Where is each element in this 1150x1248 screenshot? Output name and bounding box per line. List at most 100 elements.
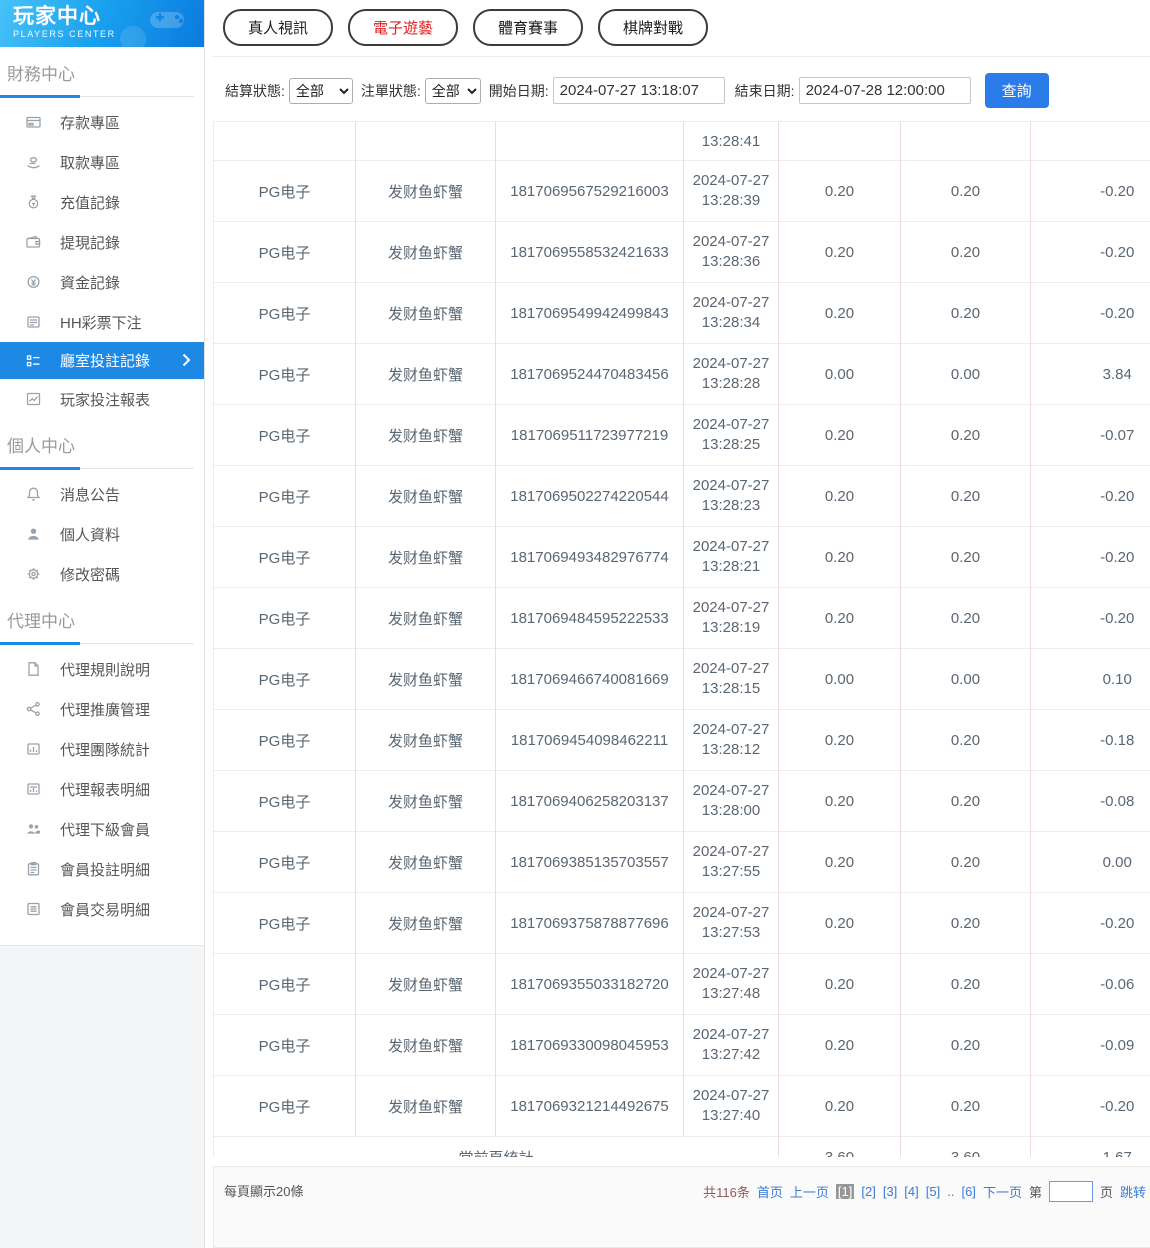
tab-electronic-games[interactable]: 電子遊藝 xyxy=(348,9,458,46)
table-row: PG电子发财鱼虾蟹18170694667400816692024-07-2713… xyxy=(214,649,1150,710)
cell-bet: 0.20 xyxy=(779,1076,901,1137)
page-link-last[interactable]: [6] xyxy=(961,1184,975,1199)
chevron-right-icon xyxy=(182,353,191,371)
cell-bet: 0.20 xyxy=(779,1015,901,1076)
cell-platform: PG电子 xyxy=(214,649,356,710)
cell-valid: 0.20 xyxy=(901,283,1031,344)
sidebar-item-password-gear[interactable]: 修改密碼 xyxy=(0,554,204,594)
cell-profit: 3.84 xyxy=(1031,344,1150,405)
cell-valid: 0.20 xyxy=(901,405,1031,466)
table-row: PG电子发财鱼虾蟹18170695585324216332024-07-2713… xyxy=(214,222,1150,283)
cell-time: 2024-07-2713:28:36 xyxy=(684,222,779,283)
sidebar-item-withdraw-hand[interactable]: 取款專區 xyxy=(0,142,204,182)
cell-bet: 0.20 xyxy=(779,588,901,649)
cell-bet: 0.20 xyxy=(779,222,901,283)
cell-game: 发财鱼虾蟹 xyxy=(356,1015,496,1076)
page-size-label: 每頁顯示20條 xyxy=(224,1181,303,1200)
sidebar-item-recharge-bag[interactable]: 充值記錄 xyxy=(0,182,204,222)
jump-page-input[interactable] xyxy=(1049,1181,1093,1202)
cell-game: 发财鱼虾蟹 xyxy=(356,771,496,832)
sidebar-item-rules-doc[interactable]: 代理規則說明 xyxy=(0,649,204,689)
cell-order-id: 1817069524470483456 xyxy=(496,344,684,405)
sidebar-item-promo-share[interactable]: 代理推廣管理 xyxy=(0,689,204,729)
prev-page-link[interactable]: 上一页 xyxy=(790,1182,829,1201)
page-link-current[interactable]: [1] xyxy=(836,1184,854,1199)
cell-game: 发财鱼虾蟹 xyxy=(356,1076,496,1137)
cell-time: 2024-07-2713:27:55 xyxy=(684,832,779,893)
page-link[interactable]: [2] xyxy=(861,1184,875,1199)
order-status-select[interactable]: 全部 xyxy=(425,78,481,104)
sidebar-item-deposit-card[interactable]: 存款專區 xyxy=(0,102,204,142)
cell-order-id xyxy=(496,122,684,161)
cell-valid: 0.20 xyxy=(901,771,1031,832)
password-gear-icon xyxy=(25,566,43,582)
member-bet-clipboard-icon xyxy=(25,861,43,877)
sidebar-item-label: 廳室投註記錄 xyxy=(60,350,150,371)
cell-platform: PG电子 xyxy=(214,893,356,954)
start-date-input[interactable] xyxy=(553,77,725,104)
table-row: PG电子发财鱼虾蟹18170695244704834562024-07-2713… xyxy=(214,344,1150,405)
cell-platform: PG电子 xyxy=(214,527,356,588)
table-row: PG电子发财鱼虾蟹18170693550331827202024-07-2713… xyxy=(214,954,1150,1015)
rules-doc-icon xyxy=(25,661,43,677)
sidebar-item-member-bet-clipboard[interactable]: 會員投註明細 xyxy=(0,849,204,889)
cell-valid: 0.20 xyxy=(901,832,1031,893)
query-button[interactable]: 查詢 xyxy=(985,73,1049,108)
tab-board-games[interactable]: 棋牌對戰 xyxy=(598,9,708,46)
sidebar-item-team-stats[interactable]: 代理團隊統計 xyxy=(0,729,204,769)
cell-bet: 0.20 xyxy=(779,161,901,222)
jump-label-post: 页 xyxy=(1100,1182,1113,1201)
next-page-link[interactable]: 下一页 xyxy=(983,1182,1022,1201)
cell-order-id: 1817069375878877696 xyxy=(496,893,684,954)
promo-share-icon xyxy=(25,701,43,717)
page-link[interactable]: [4] xyxy=(904,1184,918,1199)
cell-platform: PG电子 xyxy=(214,954,356,1015)
cell-profit: 0.00 xyxy=(1031,832,1150,893)
cell-bet: 0.00 xyxy=(779,649,901,710)
member-trade-doc-icon xyxy=(25,901,43,917)
cell-order-id: 1817069321214492675 xyxy=(496,1076,684,1137)
cell-time: 2024-07-2713:27:40 xyxy=(684,1076,779,1137)
cell-game: 发财鱼虾蟹 xyxy=(356,649,496,710)
sidebar-item-room-bet-list[interactable]: 廳室投註記錄 xyxy=(0,342,204,379)
table-row: PG电子发财鱼虾蟹18170694062582031372024-07-2713… xyxy=(214,771,1150,832)
sub-members-users-icon xyxy=(25,821,43,837)
tab-sports[interactable]: 體育賽事 xyxy=(473,9,583,46)
sidebar-item-member-trade-doc[interactable]: 會員交易明細 xyxy=(0,889,204,929)
table-row-partial: 13:28:41 xyxy=(214,122,1150,161)
settle-status-select[interactable]: 全部 xyxy=(289,78,353,104)
sidebar-item-lottery-doc[interactable]: HH彩票下注 xyxy=(0,302,204,342)
cell-time: 2024-07-2713:28:34 xyxy=(684,283,779,344)
first-page-link[interactable]: 首页 xyxy=(757,1182,783,1201)
sidebar-item-fund-coin[interactable]: 資金記錄 xyxy=(0,262,204,302)
tab-live-video[interactable]: 真人視訊 xyxy=(223,9,333,46)
cell-order-id: 1817069355033182720 xyxy=(496,954,684,1015)
cell-platform: PG电子 xyxy=(214,283,356,344)
cell-valid: 0.20 xyxy=(901,710,1031,771)
cell-game: 发财鱼虾蟹 xyxy=(356,222,496,283)
sidebar-item-label: 會員投註明細 xyxy=(60,859,150,880)
notice-bell-icon xyxy=(25,486,43,502)
sidebar-item-notice-bell[interactable]: 消息公告 xyxy=(0,474,204,514)
sidebar-item-withdraw-wallet[interactable]: 提現記錄 xyxy=(0,222,204,262)
cell-order-id: 1817069549942499843 xyxy=(496,283,684,344)
sidebar-item-label: 取款專區 xyxy=(60,152,120,173)
end-date-input[interactable] xyxy=(799,77,971,104)
sidebar-item-player-report-chart[interactable]: 玩家投注報表 xyxy=(0,379,204,419)
order-status-label: 注單狀態: xyxy=(361,81,421,101)
jump-go-link[interactable]: 跳转 xyxy=(1120,1182,1146,1201)
cell-game: 发财鱼虾蟹 xyxy=(356,588,496,649)
sidebar-item-report-stats[interactable]: 代理報表明細 xyxy=(0,769,204,809)
table-row: PG电子发财鱼虾蟹18170695117239772192024-07-2713… xyxy=(214,405,1150,466)
cell-valid: 0.20 xyxy=(901,588,1031,649)
cell-bet: 0.20 xyxy=(779,954,901,1015)
sidebar-item-label: 代理推廣管理 xyxy=(60,699,150,720)
sidebar-item-profile-person[interactable]: 個人資料 xyxy=(0,514,204,554)
cell-profit: -0.09 xyxy=(1031,1015,1150,1076)
page-link[interactable]: [3] xyxy=(883,1184,897,1199)
cell-game: 发财鱼虾蟹 xyxy=(356,954,496,1015)
page-link[interactable]: [5] xyxy=(926,1184,940,1199)
cell-valid: 0.20 xyxy=(901,161,1031,222)
section-title: 財務中心 xyxy=(0,47,204,94)
sidebar-item-sub-members-users[interactable]: 代理下級會員 xyxy=(0,809,204,849)
